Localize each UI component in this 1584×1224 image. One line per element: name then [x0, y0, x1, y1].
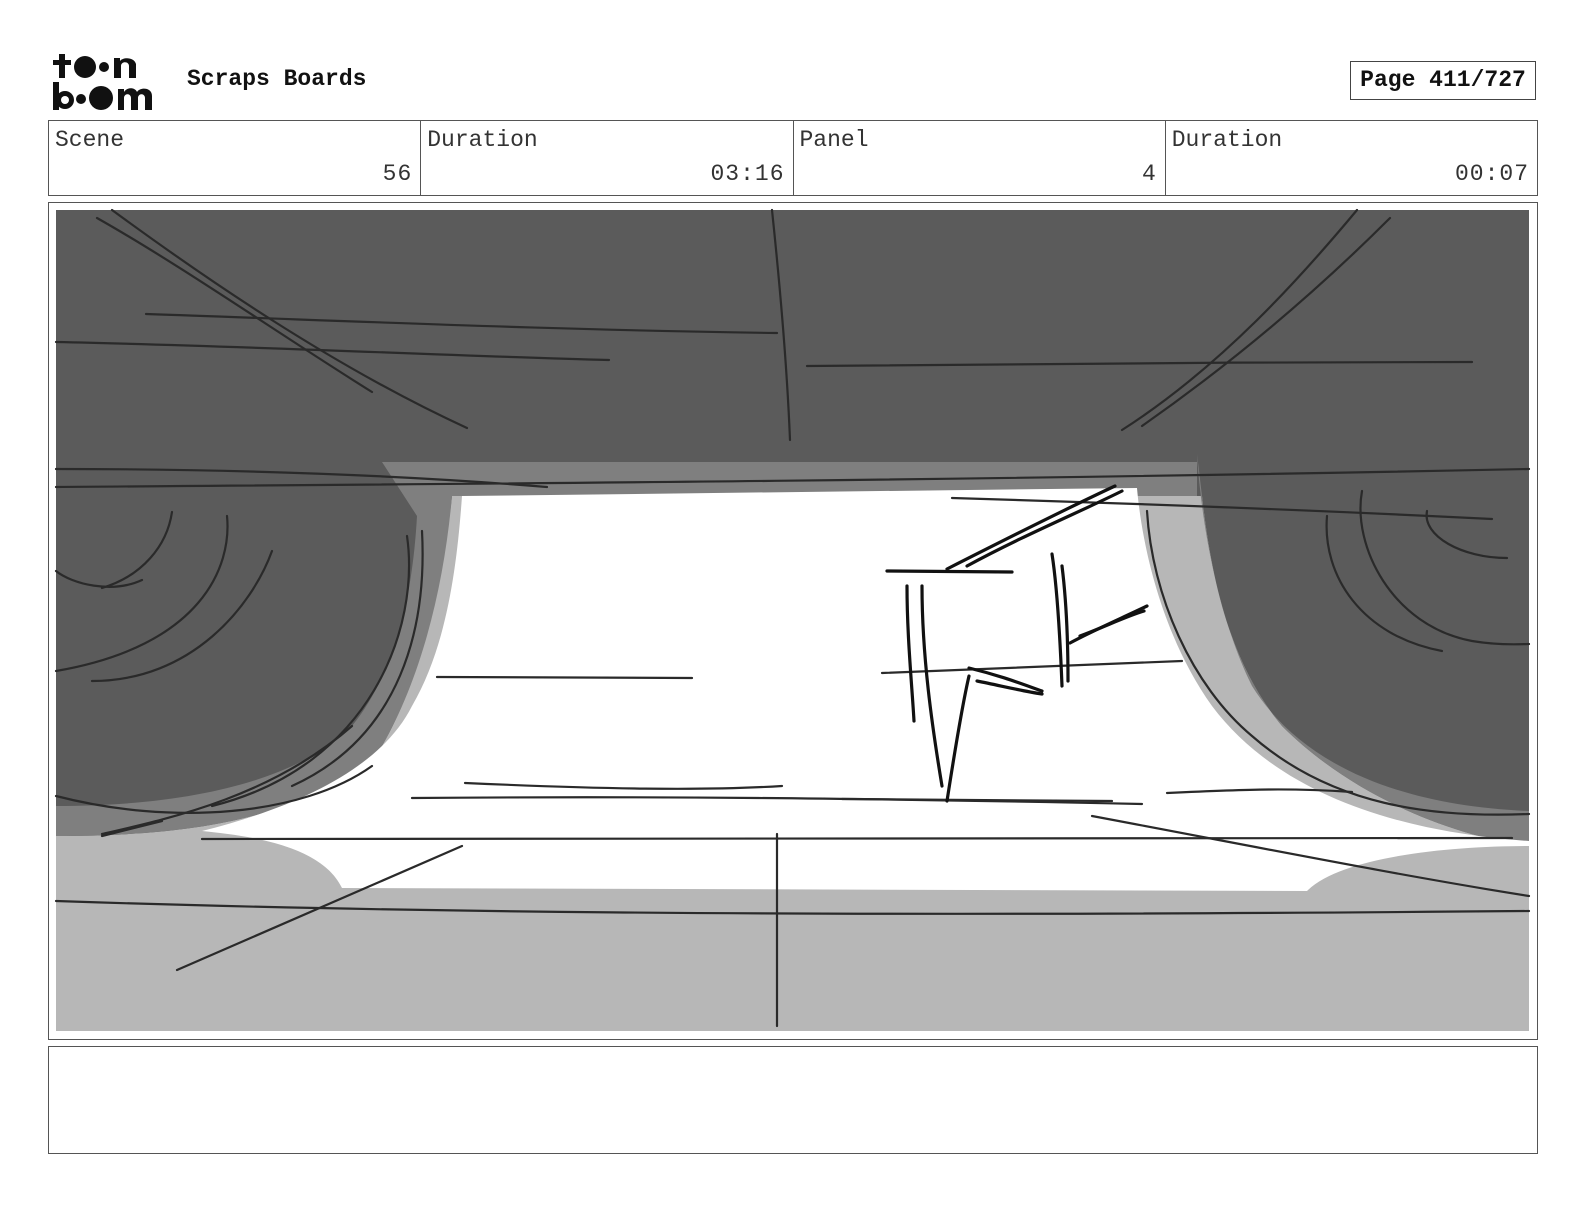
scene-label: Scene: [55, 127, 125, 153]
scene-duration-value: 03:16: [710, 161, 785, 187]
panel-duration-value: 00:07: [1454, 161, 1529, 187]
panel-duration-label: Duration: [1171, 127, 1283, 153]
storyboard-panel: [48, 202, 1538, 1040]
scene-info-table: Scene 56 Duration 03:16 Panel 4 Duration…: [48, 120, 1538, 196]
board-title: Scraps Boards: [187, 66, 367, 92]
panel-sketch: [52, 206, 1533, 1035]
toon-boom-logo: [53, 54, 152, 110]
panel-cell: Panel 4: [794, 121, 1166, 195]
scene-value: 56: [382, 161, 413, 187]
panel-duration-cell: Duration 00:07: [1166, 121, 1537, 195]
scene-duration-cell: Duration 03:16: [421, 121, 794, 195]
page-indicator: Page 411/727: [1350, 61, 1536, 100]
panel-notes: [48, 1046, 1538, 1154]
scene-cell: Scene 56: [49, 121, 422, 195]
panel-value: 4: [1141, 161, 1157, 187]
scene-duration-label: Duration: [427, 127, 538, 153]
panel-label: Panel: [799, 127, 869, 153]
